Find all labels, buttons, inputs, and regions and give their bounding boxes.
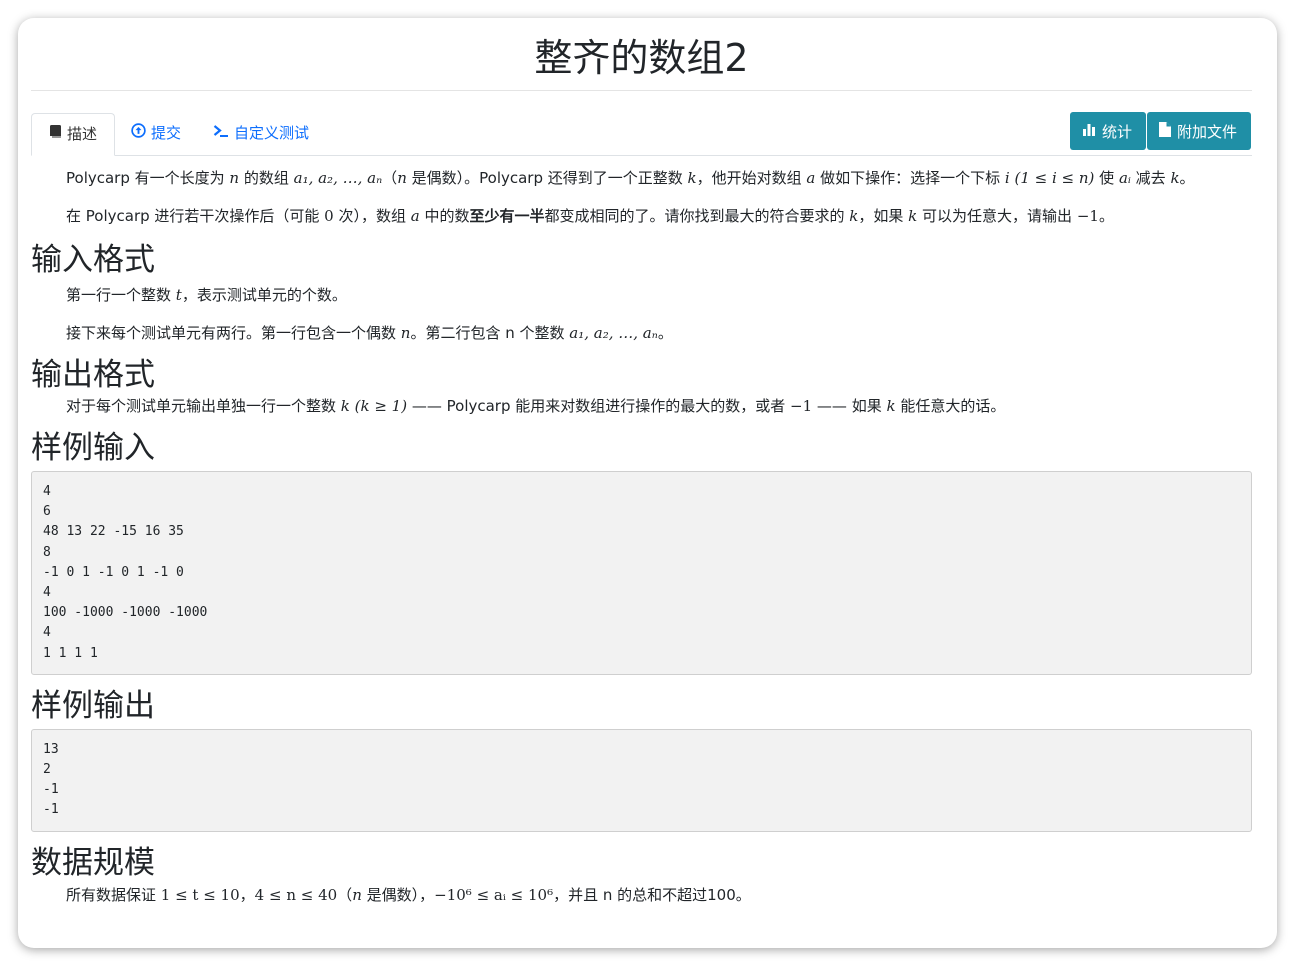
math: n [400, 324, 411, 342]
file-icon [1159, 121, 1171, 141]
text: 能任意大的话。 [895, 397, 1006, 415]
math: k [1170, 169, 1180, 187]
problem-content: 整齐的数组2 描述 提交 自定义测试 统计 附加文件 Polycarp 有一个长… [31, 18, 1252, 906]
text: ，他开始对数组 [696, 169, 807, 187]
page-title: 整齐的数组2 [31, 18, 1252, 91]
math: i (1 ≤ i ≤ n) [1004, 169, 1095, 187]
problem-card: 整齐的数组2 描述 提交 自定义测试 统计 附加文件 Polycarp 有一个长… [18, 18, 1277, 948]
text: ， [239, 885, 255, 904]
attachments-button-label: 附加文件 [1177, 122, 1238, 141]
tab-bar: 描述 提交 自定义测试 统计 附加文件 [31, 112, 1252, 156]
text: 。 [1098, 207, 1114, 225]
text: 可以为任意大，请输出 [917, 207, 1077, 225]
text: 减去 [1130, 169, 1171, 187]
text: （ [382, 169, 398, 187]
text: 所有数据保证 [66, 885, 161, 904]
math: 4 ≤ n ≤ 40 [254, 885, 338, 904]
math: n [229, 169, 240, 187]
constraints-heading: 数据规模 [31, 844, 155, 881]
text: ，表示测试单元的个数。 [181, 286, 347, 304]
text: 都变成相同的了。请你找到最大的符合要求的 [544, 207, 850, 225]
text: 做如下操作：选择一个下标 [815, 169, 1005, 187]
text: 是偶数）， [361, 885, 435, 904]
text: 接下来每个测试单元有两行。第一行包含一个偶数 [66, 324, 401, 342]
text: 。第二行包含 n 个整数 [410, 324, 570, 342]
math: −1 [1076, 207, 1099, 225]
output-format-paragraph: 对于每个测试单元输出单独一行一个整数 k (k ≥ 1) —— Polycarp… [31, 395, 1252, 417]
input-format-paragraph-1: 第一行一个整数 t，表示测试单元的个数。 [31, 284, 1252, 306]
math: n [397, 169, 407, 187]
text: ，并且 n 的总和不超过100。 [553, 885, 751, 904]
math: −10⁶ ≤ aᵢ ≤ 10⁶ [434, 885, 554, 904]
description-paragraph-2: 在 Polycarp 进行若干次操作后（可能 0 次），数组 a 中的数至少有一… [31, 205, 1252, 227]
text: 次），数组 [333, 207, 411, 225]
math: n [352, 885, 362, 904]
tab-submit[interactable]: 提交 [131, 113, 181, 154]
text: —— 如果 [812, 397, 887, 415]
book-icon [49, 114, 62, 155]
math: 1 ≤ t ≤ 10 [160, 885, 240, 904]
text: 第一行一个整数 [66, 286, 176, 304]
tab-custom-test[interactable]: 自定义测试 [213, 113, 309, 154]
text: 中的数 [419, 207, 470, 225]
text: 。 [1179, 169, 1195, 187]
tab-description[interactable]: 描述 [31, 113, 115, 156]
text: 是偶数）。Polycarp 还得到了一个正整数 [406, 169, 688, 187]
math: k [908, 207, 918, 225]
statistics-button[interactable]: 统计 [1070, 112, 1146, 150]
math: k [687, 169, 697, 187]
statistics-button-label: 统计 [1102, 122, 1133, 141]
math: k [886, 397, 896, 415]
text: —— Polycarp 能用来对数组进行操作的最大的数，或者 [407, 397, 791, 415]
sample-output-block[interactable]: 13 2 -1 -1 [31, 728, 1252, 832]
text: 在 Polycarp 进行若干次操作后（可能 [66, 207, 325, 225]
math: k (k ≥ 1) [340, 397, 408, 415]
sample-input-heading: 样例输入 [31, 430, 155, 466]
attachments-button[interactable]: 附加文件 [1147, 112, 1251, 150]
sample-input-block[interactable]: 4 6 48 13 22 -15 16 35 8 -1 0 1 -1 0 1 -… [31, 471, 1252, 675]
bold-text: 至少有一半 [469, 207, 545, 225]
upload-circle-icon [131, 113, 146, 154]
output-format-heading: 输出格式 [31, 357, 155, 393]
text: （ [337, 885, 353, 904]
text: 使 [1094, 169, 1119, 187]
math: −1 [790, 397, 813, 415]
text: 。 [657, 324, 673, 342]
text: 对于每个测试单元输出单独一行一个整数 [66, 397, 341, 415]
sample-output-heading: 样例输出 [31, 687, 155, 724]
math: a₁, a₂, …, aₙ [293, 169, 383, 187]
text: ，如果 [858, 207, 909, 225]
text: 的数组 [239, 169, 294, 187]
math: a [410, 207, 420, 225]
text: Polycarp 有一个长度为 [66, 169, 230, 187]
math: 0 [324, 207, 334, 225]
input-format-heading: 输入格式 [31, 242, 155, 278]
tab-description-label: 描述 [66, 125, 97, 143]
math: aᵢ [1118, 169, 1131, 187]
bar-chart-icon [1082, 122, 1096, 140]
tab-submit-label: 提交 [151, 124, 182, 142]
math: a₁, a₂, …, aₙ [569, 324, 658, 342]
description-paragraph-1: Polycarp 有一个长度为 n 的数组 a₁, a₂, …, aₙ（n 是偶… [31, 167, 1252, 189]
constraints-paragraph: 所有数据保证 1 ≤ t ≤ 10，4 ≤ n ≤ 40（n 是偶数），−10⁶… [31, 884, 1252, 906]
tab-custom-test-label: 自定义测试 [234, 124, 310, 142]
input-format-paragraph-2: 接下来每个测试单元有两行。第一行包含一个偶数 n。第二行包含 n 个整数 a₁,… [31, 322, 1252, 344]
terminal-icon [213, 113, 229, 154]
